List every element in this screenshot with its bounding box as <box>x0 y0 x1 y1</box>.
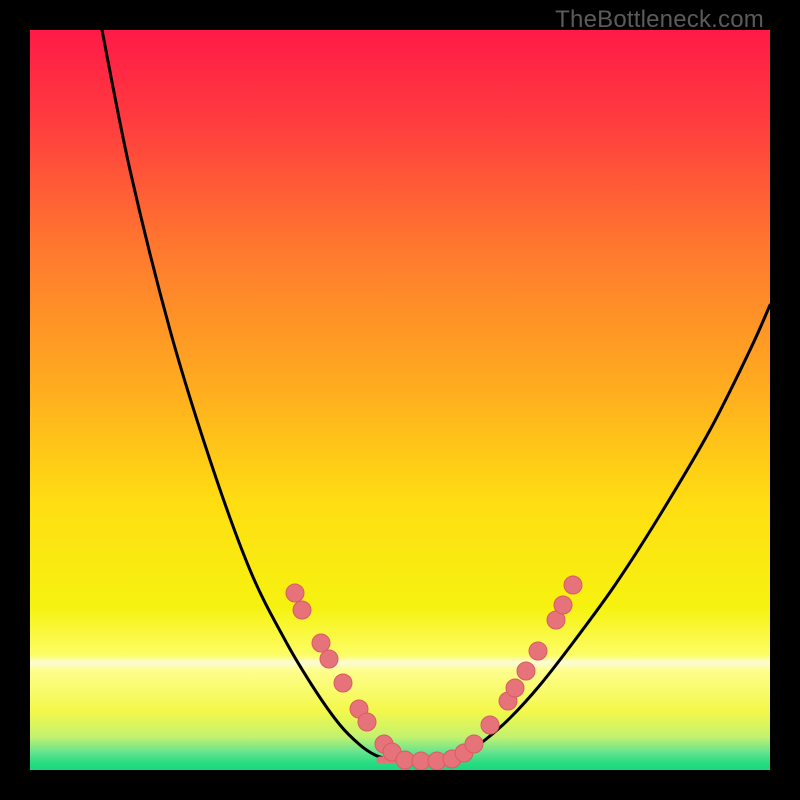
data-marker <box>517 662 535 680</box>
data-marker <box>465 735 483 753</box>
data-marker <box>396 751 414 769</box>
data-marker <box>564 576 582 594</box>
data-marker <box>293 601 311 619</box>
data-marker <box>334 674 352 692</box>
data-marker <box>286 584 304 602</box>
series-left-curve <box>102 30 390 760</box>
data-marker <box>554 596 572 614</box>
plot-area <box>30 30 770 770</box>
data-marker <box>506 679 524 697</box>
data-marker <box>481 716 499 734</box>
data-marker <box>412 752 430 770</box>
data-marker <box>358 713 376 731</box>
series-right-curve <box>450 305 770 760</box>
data-marker <box>320 650 338 668</box>
data-marker <box>529 642 547 660</box>
curve-layer <box>30 30 770 770</box>
watermark-text: TheBottleneck.com <box>555 6 764 34</box>
chart-frame: TheBottleneck.com <box>0 0 800 800</box>
data-marker <box>312 634 330 652</box>
